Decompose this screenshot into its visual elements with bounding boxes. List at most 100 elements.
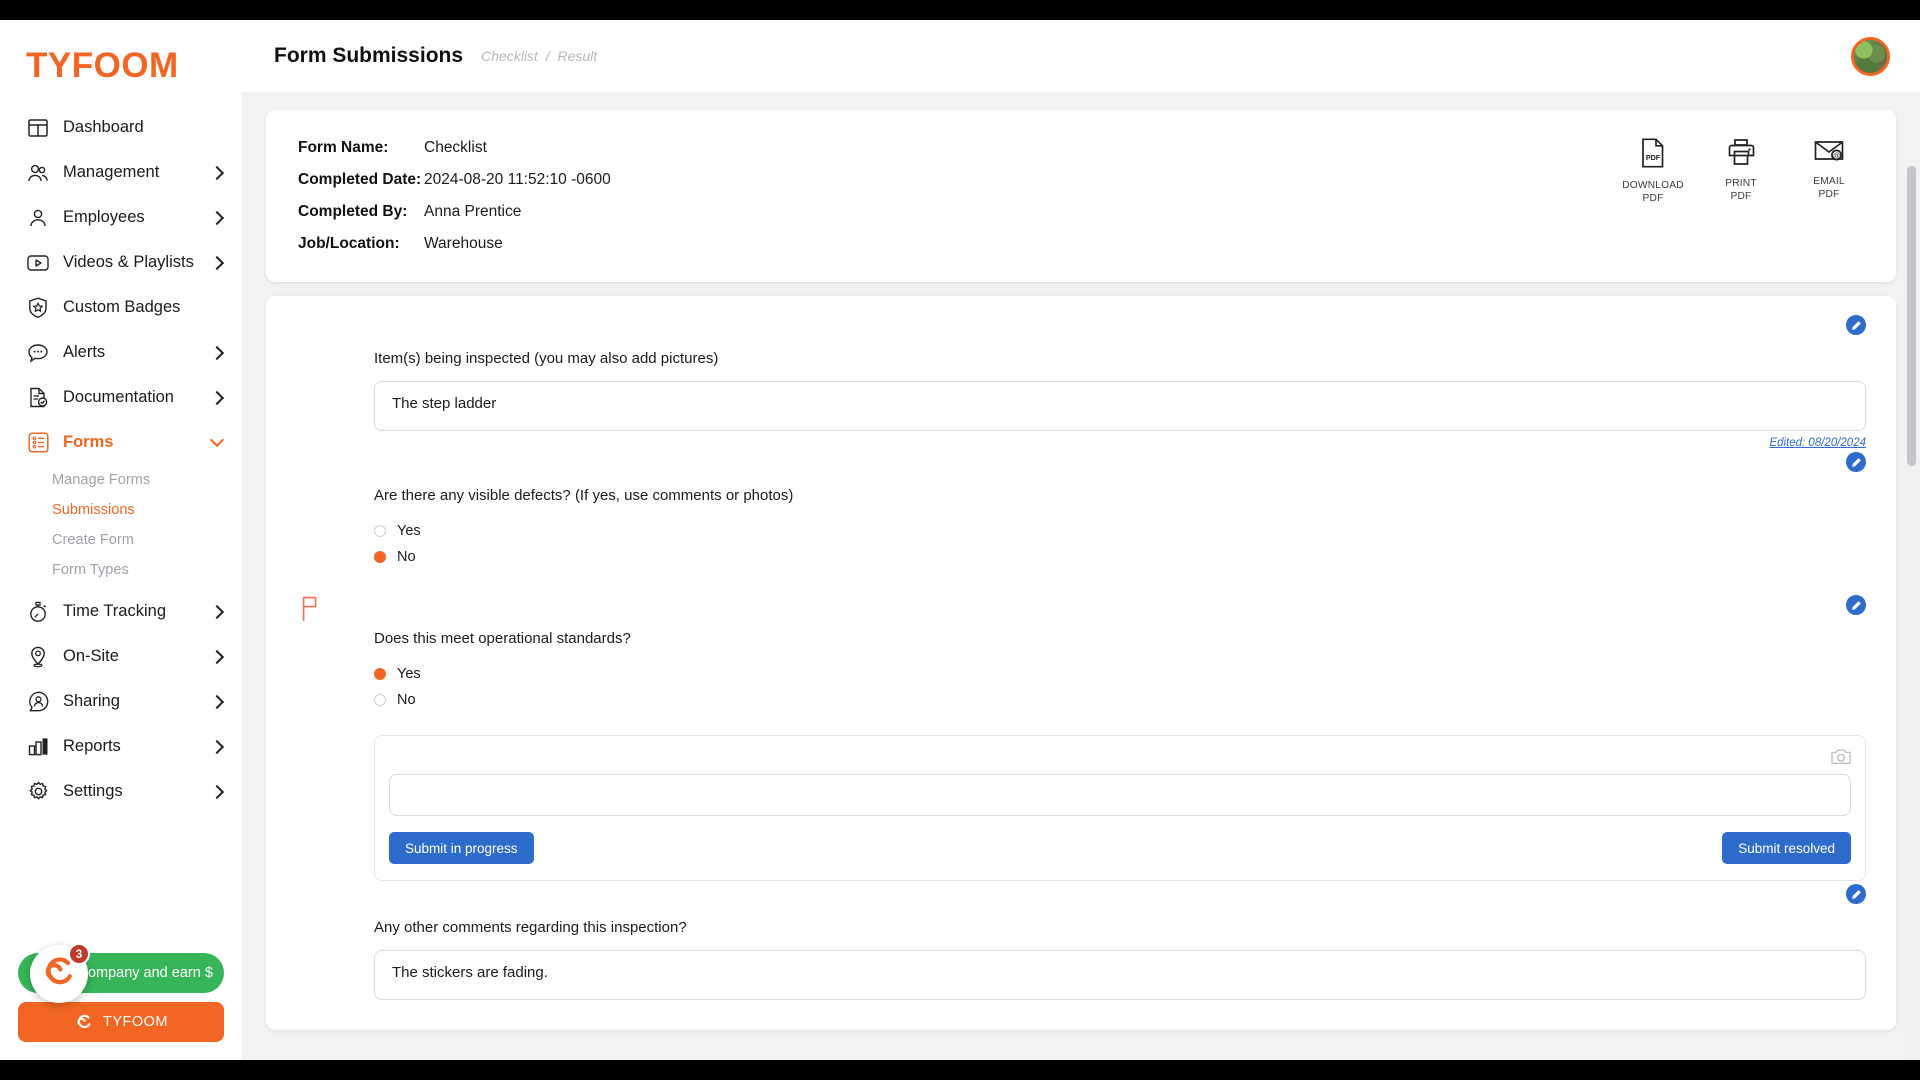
- info-row-form-name: Form Name: Checklist: [298, 132, 1624, 164]
- radio-indicator-selected[interactable]: [374, 551, 386, 563]
- question-block-4: Any other comments regarding this inspec…: [296, 881, 1866, 1000]
- sidebar-item-label: Custom Badges: [63, 298, 181, 316]
- svg-text:PDF: PDF: [1646, 153, 1661, 162]
- sidebar-item-label: On-Site: [63, 647, 119, 665]
- printer-icon: [1727, 138, 1755, 171]
- chevron-right-icon[interactable]: [209, 210, 225, 225]
- breadcrumb-item-checklist[interactable]: Checklist: [481, 48, 538, 64]
- sidebar-item-alerts[interactable]: Alerts: [0, 330, 242, 375]
- info-row-completed-by: Completed By: Anna Prentice: [298, 196, 1624, 228]
- page-scroll-area: Form Name: Checklist Completed Date: 202…: [242, 92, 1920, 1060]
- tyfoom-app-button[interactable]: TYFOOM: [18, 1002, 224, 1042]
- flag-icon: [302, 596, 320, 627]
- question-block-2: Are there any visible defects? (If yes, …: [296, 449, 1866, 570]
- radio-option-label: Yes: [397, 666, 421, 682]
- sidebar-item-settings[interactable]: Settings: [0, 769, 242, 814]
- radio-indicator[interactable]: [374, 694, 386, 706]
- info-label: Job/Location:: [298, 235, 400, 252]
- map-pin-icon: [26, 645, 50, 669]
- edit-answer-button[interactable]: [1846, 595, 1866, 615]
- submit-resolved-button[interactable]: Submit resolved: [1722, 832, 1851, 864]
- chevron-right-icon[interactable]: [209, 165, 225, 180]
- sidebar-item-forms[interactable]: Forms: [0, 420, 242, 465]
- sidebar-item-videos-playlists[interactable]: Videos & Playlists: [0, 240, 242, 285]
- promo-badge-count: 3: [68, 943, 90, 965]
- forms-list-icon: [26, 431, 50, 455]
- chevron-right-icon[interactable]: [209, 694, 225, 709]
- sidebar-subitem-manage-forms[interactable]: Manage Forms: [0, 465, 242, 495]
- radio-indicator-selected[interactable]: [374, 668, 386, 680]
- info-label: Completed Date:: [298, 171, 422, 188]
- tyfoom-floating-badge[interactable]: 3: [30, 943, 90, 1003]
- tyfoom-swirl-icon: [74, 1012, 94, 1032]
- info-value: Warehouse: [424, 235, 503, 252]
- print-pdf-button[interactable]: PRINT PDF: [1712, 138, 1770, 260]
- pdf-actions: PDF DOWNLOAD PDF PRINT PDF @ EMAIL PDF: [1622, 132, 1866, 260]
- email-pdf-label: EMAIL PDF: [1813, 176, 1845, 200]
- scrollbar-thumb[interactable]: [1907, 166, 1916, 466]
- question-label: Any other comments regarding this inspec…: [374, 919, 687, 936]
- chevron-right-icon[interactable]: [209, 345, 225, 360]
- breadcrumb-item-result: Result: [557, 48, 598, 64]
- avatar[interactable]: [1851, 36, 1890, 76]
- sidebar-item-label: Forms: [63, 433, 114, 451]
- app-logo[interactable]: TYFOOM: [0, 20, 242, 101]
- sidebar-item-sharing[interactable]: Sharing: [0, 679, 242, 724]
- sidebar-item-dashboard[interactable]: Dashboard: [0, 105, 242, 150]
- sidebar-item-reports[interactable]: Reports: [0, 724, 242, 769]
- edit-answer-button[interactable]: [1846, 315, 1866, 335]
- sidebar-item-time-tracking[interactable]: Time Tracking: [0, 589, 242, 634]
- comment-input[interactable]: [389, 774, 1851, 816]
- radio-indicator[interactable]: [374, 525, 386, 537]
- radio-option-yes[interactable]: Yes: [374, 518, 1866, 544]
- sidebar: TYFOOM Dashboard Management Employees Vi…: [0, 20, 242, 1060]
- users-icon: [26, 161, 50, 185]
- radio-option-yes[interactable]: Yes: [374, 661, 1866, 687]
- chevron-right-icon[interactable]: [209, 739, 225, 754]
- app-logo-text: TYFOOM: [26, 46, 179, 85]
- edited-timestamp[interactable]: Edited: 08/20/2024: [374, 437, 1866, 449]
- edit-row-1: [374, 312, 1866, 338]
- question-answer-text[interactable]: The stickers are fading.: [374, 950, 1866, 1000]
- edit-answer-button[interactable]: [1846, 884, 1866, 904]
- chevron-right-icon[interactable]: [209, 255, 225, 270]
- chevron-right-icon[interactable]: [209, 390, 225, 405]
- main-content: Form Submissions Checklist / Result Form…: [242, 20, 1920, 1060]
- form-answers-card: Item(s) being inspected (you may also ad…: [266, 296, 1896, 1030]
- comment-button-row: Submit in progress Submit resolved: [389, 832, 1851, 864]
- radio-option-no[interactable]: No: [374, 544, 1866, 570]
- gear-icon: [26, 780, 50, 804]
- breadcrumb: Checklist / Result: [479, 48, 599, 64]
- sidebar-subitem-submissions[interactable]: Submissions: [0, 495, 242, 525]
- sidebar-item-employees[interactable]: Employees: [0, 195, 242, 240]
- chevron-right-icon[interactable]: [209, 649, 225, 664]
- sidebar-item-on-site[interactable]: On-Site: [0, 634, 242, 679]
- chevron-down-icon[interactable]: [209, 432, 225, 448]
- radio-option-label: No: [397, 692, 416, 708]
- sidebar-item-label: Settings: [63, 782, 123, 800]
- sidebar-subitem-label: Form Types: [52, 562, 129, 578]
- sidebar-item-label: Documentation: [63, 388, 174, 406]
- chevron-right-icon[interactable]: [209, 784, 225, 799]
- radio-option-no[interactable]: No: [374, 687, 1866, 713]
- sidebar-item-documentation[interactable]: Documentation: [0, 375, 242, 420]
- chevron-right-icon[interactable]: [209, 604, 225, 619]
- sidebar-subitem-form-types[interactable]: Form Types: [0, 555, 242, 585]
- sidebar-item-management[interactable]: Management: [0, 150, 242, 195]
- camera-icon[interactable]: [1831, 748, 1851, 770]
- page-scrollbar[interactable]: [1906, 166, 1917, 1060]
- sidebar-item-custom-badges[interactable]: Custom Badges: [0, 285, 242, 330]
- question-answer-text[interactable]: The step ladder: [374, 381, 1866, 431]
- edit-row-2: [374, 449, 1866, 475]
- download-pdf-button[interactable]: PDF DOWNLOAD PDF: [1622, 138, 1684, 260]
- email-pdf-button[interactable]: @ EMAIL PDF: [1800, 138, 1858, 260]
- question-block-3: Does this meet operational standards? Ye…: [296, 592, 1866, 881]
- sidebar-promo: Refer a company and earn $ TYFOOM 3: [0, 943, 242, 1060]
- radio-option-label: No: [397, 549, 416, 565]
- sidebar-subitem-create-form[interactable]: Create Form: [0, 525, 242, 555]
- submit-in-progress-button[interactable]: Submit in progress: [389, 832, 534, 864]
- pdf-file-icon: PDF: [1640, 138, 1666, 173]
- video-icon: [26, 251, 50, 275]
- edit-answer-button[interactable]: [1846, 452, 1866, 472]
- info-value: Checklist: [424, 139, 487, 156]
